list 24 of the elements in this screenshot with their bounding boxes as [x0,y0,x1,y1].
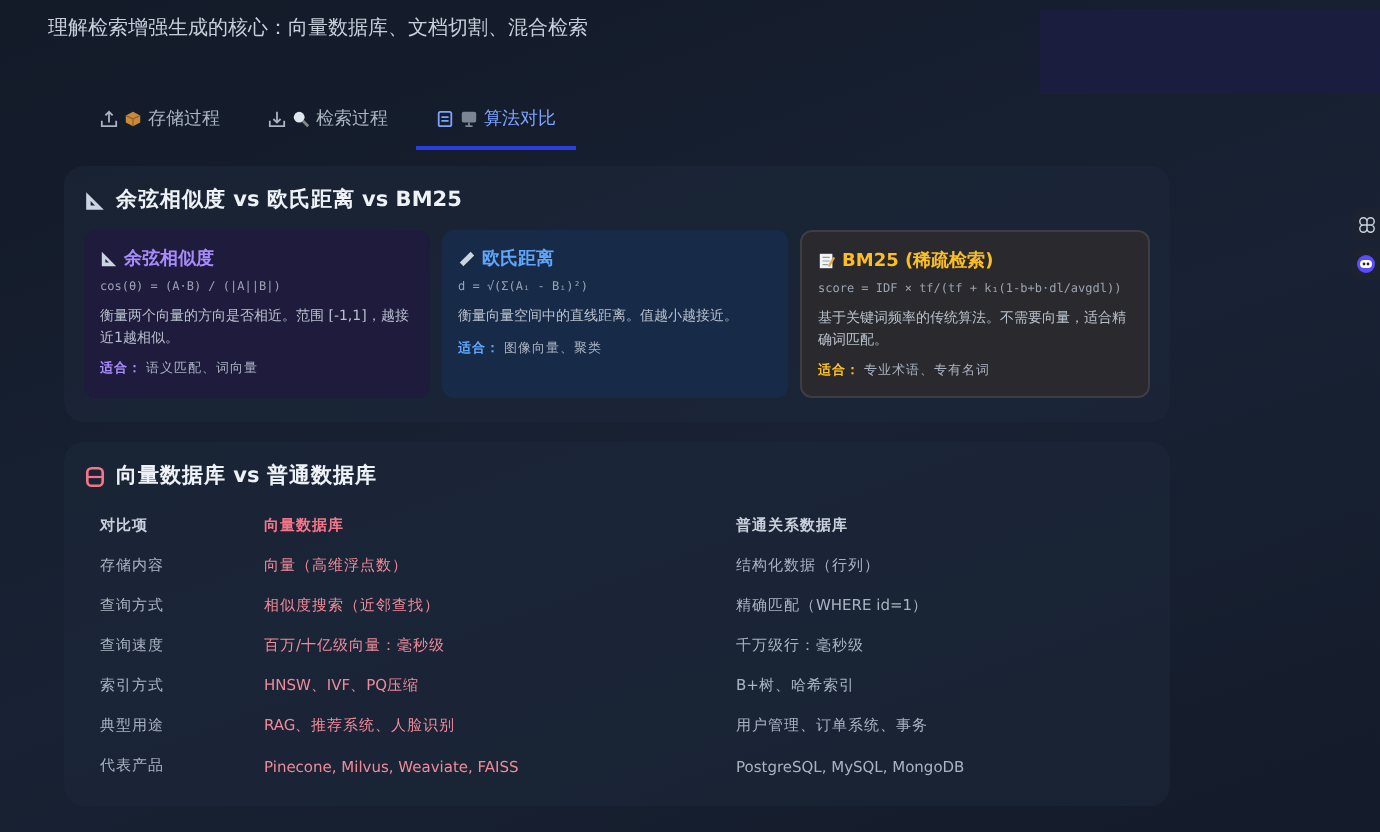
section-title: 余弦相似度 vs 欧氏距离 vs BM25 [116,186,462,214]
list-icon [436,110,454,128]
memo-icon [818,252,836,270]
tab[interactable]: 算法对比 [416,92,576,150]
section-title: 向量数据库 vs 普通数据库 [116,462,377,490]
command-button[interactable] [1352,208,1380,240]
magnifier-icon [292,110,310,128]
database-icon [84,465,106,487]
tab[interactable]: 存储过程 [80,92,240,150]
tab[interactable]: 检索过程 [248,92,408,150]
card-title: 欧氏距离 [482,246,554,272]
assistant-button[interactable] [1352,248,1380,280]
upload-icon [100,110,118,128]
box-icon [124,110,142,128]
triangle-ruler-icon [84,189,106,211]
page-subtitle: 理解检索增强生成的核心：向量数据库、文档切割、混合检索 [48,15,588,42]
card-title: 余弦相似度 [124,246,214,272]
monitor-icon [460,110,478,128]
ruler-icon [458,250,476,268]
triangle-ruler-icon [100,250,118,268]
download-icon [268,110,286,128]
robot-icon [1356,254,1376,274]
command-icon [1357,215,1375,233]
card-title: BM25 (稀疏检索) [842,248,994,274]
